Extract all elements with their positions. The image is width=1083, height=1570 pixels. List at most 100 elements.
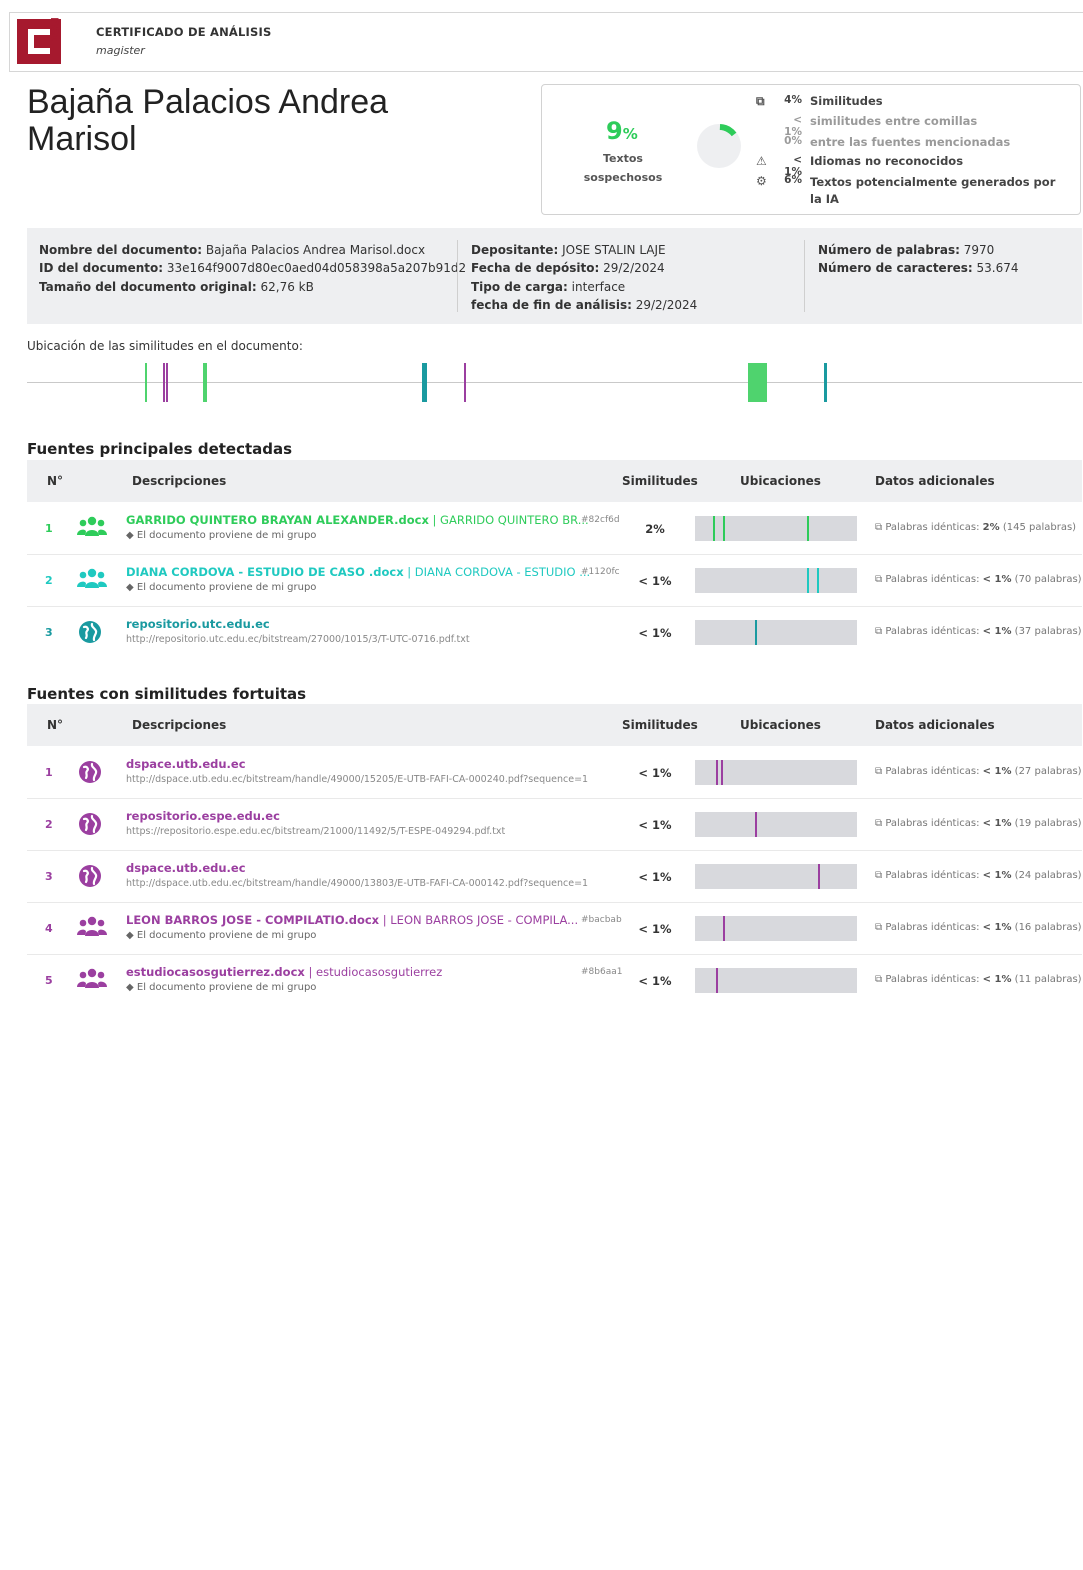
source-title[interactable]: LEON BARROS JOSE - COMPILATIO.docx | LEO… (126, 913, 621, 927)
copy-icon: ⧉ (875, 974, 886, 985)
incidental-sources-header: N° Descripciones Similitudes Ubicaciones… (27, 704, 1082, 746)
source-title[interactable]: dspace.utb.edu.ec (126, 757, 621, 771)
globe-icon (77, 863, 107, 889)
summary-label: similitudes entre comillas (810, 114, 978, 128)
tag-icon: ◆ (126, 982, 137, 993)
source-location-mark (754, 812, 757, 837)
source-extra-data: ⧉ Palabras idénticas: < 1% (19 palabras) (875, 818, 1082, 829)
source-number: 2 (45, 574, 53, 587)
col-loc: Ubicaciones (740, 718, 821, 732)
location-title: Ubicación de las similitudes en el docum… (27, 339, 303, 353)
source-location-mark (806, 516, 809, 541)
ai-chip-icon: ⚙ (756, 174, 767, 188)
source-title[interactable]: GARRIDO QUINTERO BRAYAN ALEXANDER.docx |… (126, 513, 621, 527)
similarity-location-mark (145, 363, 148, 402)
source-location-mark (712, 516, 715, 541)
similarity-location-mark (421, 363, 427, 402)
source-number: 3 (45, 626, 53, 639)
suspicious-label: Textos sospechosos (583, 152, 663, 184)
source-url[interactable]: http://dspace.utb.edu.ec/bitstream/handl… (126, 878, 588, 889)
group-icon (77, 515, 107, 541)
copy-icon: ⧉ (756, 94, 765, 108)
source-similarity: < 1% (638, 922, 672, 936)
source-row[interactable]: 2 DIANA CORDOVA - ESTUDIO DE CASO .docx |… (27, 554, 1082, 606)
source-location-mark (816, 568, 819, 593)
source-similarity: < 1% (638, 870, 672, 884)
source-location-bar (695, 516, 857, 541)
source-location-bar (695, 968, 857, 993)
doc-size-row: Tamaño del documento original: 62,76 kB (39, 279, 314, 294)
source-location-bar (695, 864, 857, 889)
source-row[interactable]: 3 dspace.utb.edu.ec http://dspace.utb.edu.… (27, 850, 1082, 902)
summary-label: Similitudes (810, 94, 883, 108)
source-number: 5 (45, 974, 53, 987)
source-title[interactable]: dspace.utb.edu.ec (126, 861, 621, 875)
col-desc: Descripciones (132, 474, 227, 488)
col-sim: Similitudes (622, 474, 698, 488)
document-info-panel: Nombre del documento: Bajaña Palacios An… (27, 228, 1082, 324)
similarity-location-mark (747, 363, 767, 402)
globe-icon (77, 759, 107, 785)
source-hash: #1120fc (581, 567, 620, 577)
copy-icon: ⧉ (875, 626, 886, 637)
group-icon (77, 967, 107, 993)
source-extra-data: ⧉ Palabras idénticas: < 1% (37 palabras) (875, 626, 1082, 637)
source-location-bar (695, 916, 857, 941)
summary-label: entre las fuentes mencionadas (810, 135, 1011, 149)
source-location-mark (716, 968, 719, 993)
source-number: 4 (45, 922, 53, 935)
upload-type-row: Tipo de carga: interface (471, 279, 626, 294)
source-hash: #bacbab (581, 915, 622, 925)
source-title[interactable]: repositorio.espe.edu.ec (126, 809, 621, 823)
source-location-bar (695, 812, 857, 837)
col-extra: Datos adicionales (875, 718, 995, 732)
summary-value: 4% (784, 94, 802, 106)
source-url[interactable]: http://dspace.utb.edu.ec/bitstream/handl… (126, 774, 588, 785)
incidental-sources-title: Fuentes con similitudes fortuitas (27, 685, 307, 703)
word-count-row: Número de palabras: 7970 (818, 243, 995, 257)
source-extra-data: ⧉ Palabras idénticas: < 1% (70 palabras) (875, 574, 1082, 585)
depositor-row: Depositante: JOSE STALIN LAJE (471, 243, 666, 257)
source-row[interactable]: 1 dspace.utb.edu.ec http://dspace.utb.edu.… (27, 746, 1082, 798)
source-title[interactable]: repositorio.utc.edu.ec (126, 617, 621, 631)
source-origin: ◆ El documento proviene de mi grupo (126, 530, 317, 541)
similarity-summary: 9% Textos sospechosos ⧉ 4% Similitudes < 1%… (541, 84, 1081, 215)
source-origin: ◆ El documento proviene de mi grupo (126, 582, 317, 593)
source-extra-data: ⧉ Palabras idénticas: < 1% (27 palabras) (875, 766, 1082, 777)
tag-icon: ◆ (126, 582, 137, 593)
source-row[interactable]: 4 LEON BARROS JOSE - COMPILATIO.docx | LE… (27, 902, 1082, 954)
source-location-mark (716, 760, 719, 785)
summary-value: 6% (784, 174, 802, 186)
source-location-mark (720, 760, 723, 785)
source-row[interactable]: 3 repositorio.utc.edu.ec http://repositori… (27, 606, 1082, 658)
col-desc: Descripciones (132, 718, 227, 732)
tag-icon: ◆ (126, 530, 137, 541)
source-title[interactable]: DIANA CORDOVA - ESTUDIO DE CASO .docx | … (126, 565, 621, 579)
deposit-date-row: Fecha de depósito: 29/2/2024 (471, 261, 665, 276)
certificate-subtitle: magister (96, 44, 145, 57)
source-row[interactable]: 5 estudiocasosgutierrez.docx | estudiocas… (27, 954, 1082, 1006)
col-extra: Datos adicionales (875, 474, 995, 488)
char-count-row: Número de caracteres: 53.674 (818, 261, 1019, 276)
summary-label: Idiomas no reconocidos (810, 154, 964, 168)
similarity-location-mark (463, 363, 466, 402)
source-similarity: 2% (645, 522, 665, 536)
similarity-location-mark (203, 363, 208, 402)
source-number: 1 (45, 522, 53, 535)
source-url[interactable]: http://repositorio.utc.edu.ec/bitstream/… (126, 634, 470, 645)
author-name: Bajaña Palacios Andrea Marisol (27, 83, 389, 158)
suspicious-percentage: 9% (606, 117, 638, 145)
source-location-mark (722, 916, 725, 941)
source-title[interactable]: estudiocasosgutierrez.docx | estudiocaso… (126, 965, 621, 979)
globe-icon (77, 619, 107, 645)
source-similarity: < 1% (638, 818, 672, 832)
doc-name-row: Nombre del documento: Bajaña Palacios An… (39, 243, 426, 257)
source-extra-data: ⧉ Palabras idénticas: < 1% (16 palabras) (875, 922, 1082, 933)
source-row[interactable]: 2 repositorio.espe.edu.ec https://reposito… (27, 798, 1082, 850)
copy-icon: ⧉ (875, 766, 886, 777)
source-url[interactable]: https://repositorio.espe.edu.ec/bitstrea… (126, 826, 505, 837)
summary-label: Textos potencialmente generados por la I… (810, 175, 1056, 206)
suspicious-donut-chart (697, 124, 741, 168)
source-row[interactable]: 1 GARRIDO QUINTERO BRAYAN ALEXANDER.docx … (27, 502, 1082, 554)
main-sources-title: Fuentes principales detectadas (27, 440, 293, 458)
